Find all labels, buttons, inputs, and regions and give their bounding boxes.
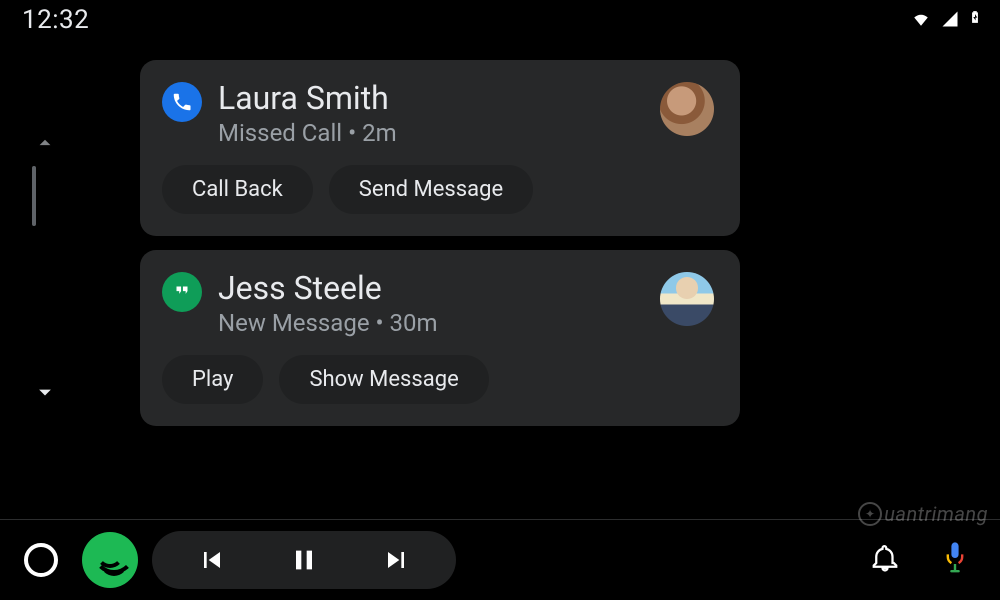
next-track-button[interactable] xyxy=(380,544,412,576)
bottom-nav xyxy=(0,520,1000,600)
notification-card: Jess Steele New Message • 30m Play Show … xyxy=(140,250,740,426)
status-icons xyxy=(910,5,982,35)
pause-button[interactable] xyxy=(288,544,320,576)
previous-track-button[interactable] xyxy=(196,544,228,576)
spotify-icon[interactable] xyxy=(82,532,138,588)
notification-subtitle: New Message • 30m xyxy=(218,309,718,337)
microphone-icon[interactable] xyxy=(940,540,970,580)
app-launcher-button[interactable] xyxy=(24,543,58,577)
notification-list: Laura Smith Missed Call • 2m Call Back S… xyxy=(140,60,740,426)
show-message-button[interactable]: Show Message xyxy=(279,355,488,404)
wifi-icon xyxy=(910,5,932,35)
send-message-button[interactable]: Send Message xyxy=(329,165,533,214)
contact-avatar xyxy=(660,82,714,136)
notification-subtitle: Missed Call • 2m xyxy=(218,119,718,147)
hangouts-icon xyxy=(162,272,202,312)
battery-icon xyxy=(968,5,982,35)
scroll-track xyxy=(32,166,36,226)
status-bar: 12:32 xyxy=(0,0,1000,40)
media-controls xyxy=(152,531,456,589)
scroll-indicator xyxy=(30,130,60,410)
status-time: 12:32 xyxy=(22,5,89,35)
notification-title: Jess Steele xyxy=(218,270,718,307)
notification-card: Laura Smith Missed Call • 2m Call Back S… xyxy=(140,60,740,236)
notification-title: Laura Smith xyxy=(218,80,718,117)
chevron-up-icon[interactable] xyxy=(32,130,58,226)
call-back-button[interactable]: Call Back xyxy=(162,165,313,214)
contact-avatar xyxy=(660,272,714,326)
cellular-icon xyxy=(940,5,960,35)
play-button[interactable]: Play xyxy=(162,355,263,404)
chevron-down-icon[interactable] xyxy=(31,378,59,410)
phone-icon xyxy=(162,82,202,122)
notifications-icon[interactable] xyxy=(870,543,900,577)
